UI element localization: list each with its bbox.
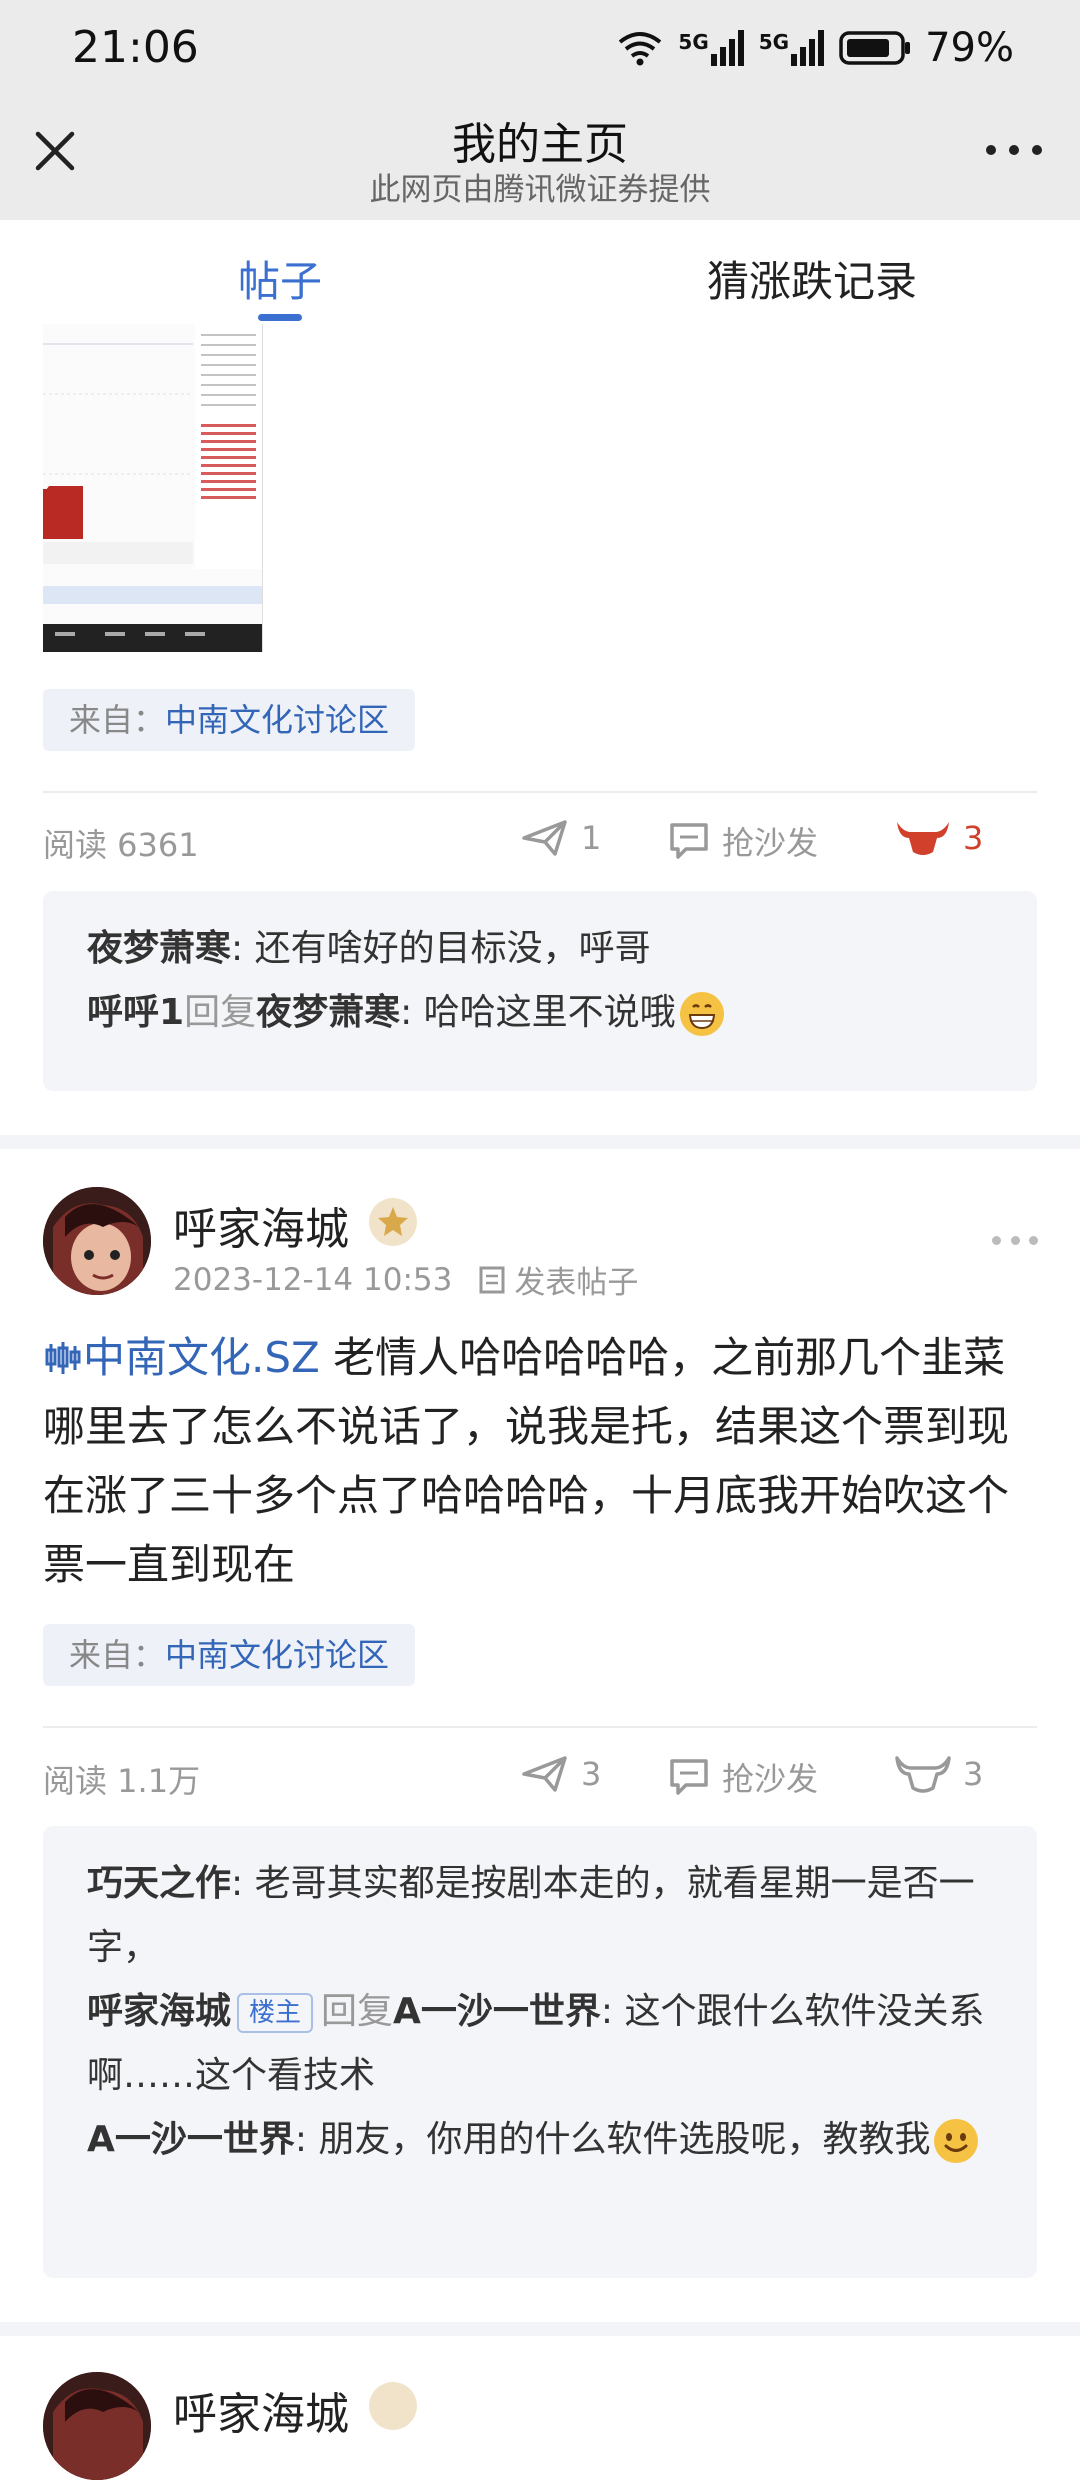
post-meta: 2023-12-14 10:53 发表帖子 [173,1257,638,1302]
signal-5g-icon-2: 5G [759,30,825,66]
comment-user: 夜梦萧寒 [87,928,232,969]
stock-link[interactable]: 中南文化.SZ [83,1333,320,1382]
comment-user: 巧天之作 [87,1863,232,1904]
page-title: 我的主页 [452,119,628,170]
section-separator [0,2322,1080,2336]
level-badge-icon [369,1198,417,1246]
smile-emoji-icon [934,2119,979,2163]
owner-badge: 楼主 [237,1993,314,2033]
tab-guess-record[interactable]: 猜涨跌记录 [707,248,917,309]
status-bar: 21:06 5G 5G 79% [0,0,1080,96]
bull-icon [897,822,949,855]
avatar[interactable] [43,2372,151,2480]
like-button[interactable]: 3 [895,818,983,858]
status-time: 21:06 [72,22,199,73]
post-datetime: 2023-12-14 10:53 [173,1261,453,1298]
comment-item: 呼呼1回复夜梦萧寒: 哈哈这里不说哦 [87,981,993,1045]
comment-button[interactable]: 抢沙发 [668,818,818,864]
reply-target: 夜梦萧寒 [256,992,401,1033]
read-count: 阅读 1.1万 [43,1762,201,1800]
post-source-tag[interactable]: 来自：中南文化讨论区 [43,689,416,751]
post-body[interactable]: 中南文化.SZ 老情人哈哈哈哈哈，之前那几个韭菜哪里去了怎么不说话了，说我是托，… [43,1323,1037,1599]
divider [43,791,1037,793]
comment-button[interactable]: 抢沙发 [668,1754,818,1800]
author-name[interactable]: 呼家海城 [173,1193,349,1257]
reply-target: A一沙一世界 [393,1991,601,2032]
post-stats-bar: 阅读 1.1万 3 抢沙发 3 [43,1748,1037,1808]
like-button[interactable]: 3 [895,1754,983,1794]
tab-bar: 帖子 猜涨跌记录 [0,220,1080,324]
comment-user: 呼呼1 [87,992,185,1033]
comment-text: : 哈哈这里不说哦 [400,992,676,1033]
post-image-thumbnail[interactable] [43,324,263,652]
grin-emoji-icon [679,992,724,1036]
post-stats-bar: 阅读 6361 1 抢沙发 3 [43,812,1037,872]
avatar[interactable] [43,1187,151,1295]
wifi-icon [619,32,662,66]
tab-posts[interactable]: 帖子 [238,248,322,309]
comment-text: : 朋友，你用的什么软件选股呢，教教我 [294,2119,931,2160]
comment-preview-list[interactable]: 夜梦萧寒: 还有啥好的目标没，呼哥 呼呼1回复夜梦萧寒: 哈哈这里不说哦 [43,891,1037,1091]
stock-icon [45,1342,81,1374]
page-subtitle: 此网页由腾讯微证券提供 [369,172,711,208]
comment-text: : 还有啥好的目标没，呼哥 [231,928,651,969]
status-icons: 5G 5G 79% [616,25,1014,71]
author-name[interactable]: 呼家海城 [173,2378,349,2442]
read-count: 阅读 6361 [43,826,199,864]
battery-percent: 79% [925,25,1014,71]
comment-preview-list[interactable]: 巧天之作: 老哥其实都是按剧本走的，就看星期一是否一字， 呼家海城 楼主 回复A一沙… [43,1826,1037,2278]
share-button[interactable]: 1 [521,818,601,858]
comment-icon [670,1759,708,1795]
share-icon [522,820,567,856]
comment-item: A一沙一世界: 朋友，你用的什么软件选股呢，教教我 [87,2108,993,2172]
document-icon [479,1266,505,1293]
reply-word: 回复 [184,992,257,1033]
tab-active-indicator [258,314,302,321]
comment-user: 呼家海城 [87,1991,232,2032]
section-separator [0,1135,1080,1149]
comment-user: A一沙一世界 [87,2119,295,2160]
battery-icon [839,31,911,65]
reply-word: 回复 [321,1991,394,2032]
share-icon [522,1756,567,1792]
page-header: 我的主页 此网页由腾讯微证券提供 [0,96,1080,220]
post-source-tag[interactable]: 来自：中南文化讨论区 [43,1624,416,1686]
level-badge-icon [369,2382,417,2430]
post-type: 发表帖子 [478,1257,638,1302]
comment-item: 夜梦萧寒: 还有啥好的目标没，呼哥 [87,917,993,981]
signal-5g-icon: 5G [678,30,744,66]
comment-item: 呼家海城 楼主 回复A一沙一世界: 这个跟什么软件没关系啊……这个看技术 [87,1980,993,2108]
divider [43,1726,1037,1728]
post-more-icon[interactable] [992,1234,1038,1246]
comment-item: 巧天之作: 老哥其实都是按剧本走的，就看星期一是否一字， [87,1852,993,1980]
bull-outline-icon [895,1756,951,1793]
comment-icon [670,823,708,859]
more-menu-icon[interactable] [986,140,1042,160]
share-button[interactable]: 3 [521,1754,601,1794]
